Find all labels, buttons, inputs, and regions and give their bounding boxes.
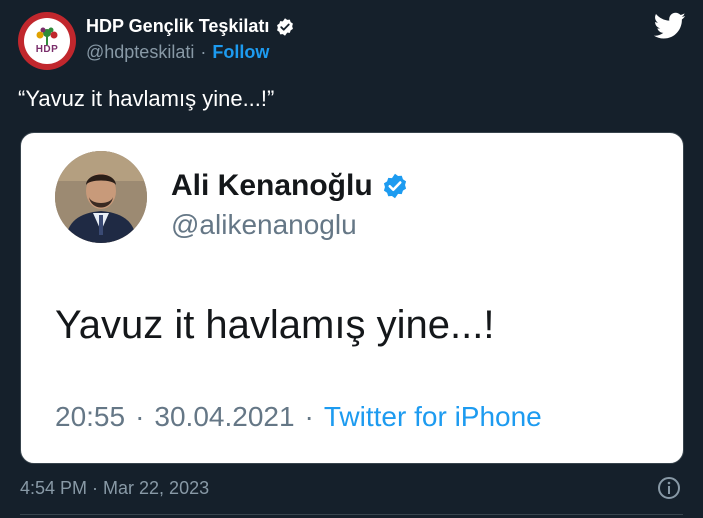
- quoted-source: Twitter for iPhone: [323, 401, 542, 432]
- tweet-timestamp[interactable]: 4:54 PM · Mar 22, 2023: [20, 478, 209, 499]
- author-handle[interactable]: @hdpteskilati: [86, 42, 194, 63]
- quoted-date: 30.04.2021: [154, 401, 295, 432]
- quoted-dot-2: ·: [304, 401, 314, 432]
- avatar-logo: HDP: [24, 18, 70, 64]
- author-avatar[interactable]: HDP: [18, 12, 76, 70]
- author-handle-row: @hdpteskilati · Follow: [86, 42, 269, 63]
- info-icon[interactable]: [657, 476, 681, 500]
- quoted-tweet-card[interactable]: Ali Kenanoğlu @alikenanoglu Yavuz it hav…: [20, 132, 684, 464]
- quoted-display-name: Ali Kenanoğlu: [171, 169, 373, 202]
- avatar-label: HDP: [35, 44, 59, 55]
- follow-button[interactable]: Follow: [212, 42, 269, 63]
- quoted-meta: 20:55 · 30.04.2021 · Twitter for iPhone: [55, 401, 542, 433]
- handle-separator: ·: [200, 42, 207, 62]
- quoted-name-row: Ali Kenanoğlu: [171, 169, 409, 203]
- author-display-name[interactable]: HDP Gençlik Teşkilatı: [86, 16, 269, 37]
- twitter-bird-icon[interactable]: [654, 12, 686, 40]
- quoted-handle: @alikenanoglu: [171, 209, 357, 240]
- tweet-header: HDP HDP Gençlik Teşkilatı @hdpteskilati …: [18, 12, 688, 72]
- quoted-tweet-text: Yavuz it havlamış yine...!: [55, 303, 495, 347]
- divider: [20, 514, 683, 515]
- quoted-dot-1: ·: [135, 401, 145, 432]
- verified-badge-icon: [277, 17, 294, 36]
- quoted-author-avatar: [55, 151, 147, 243]
- verified-badge-icon: [383, 173, 406, 199]
- author-name-row: HDP Gençlik Teşkilatı: [86, 16, 295, 37]
- tree-logo-icon: [36, 27, 58, 45]
- person-photo-icon: [55, 151, 147, 243]
- quoted-time: 20:55: [55, 401, 126, 432]
- tweet-text: “Yavuz it havlamış yine...!”: [18, 86, 275, 111]
